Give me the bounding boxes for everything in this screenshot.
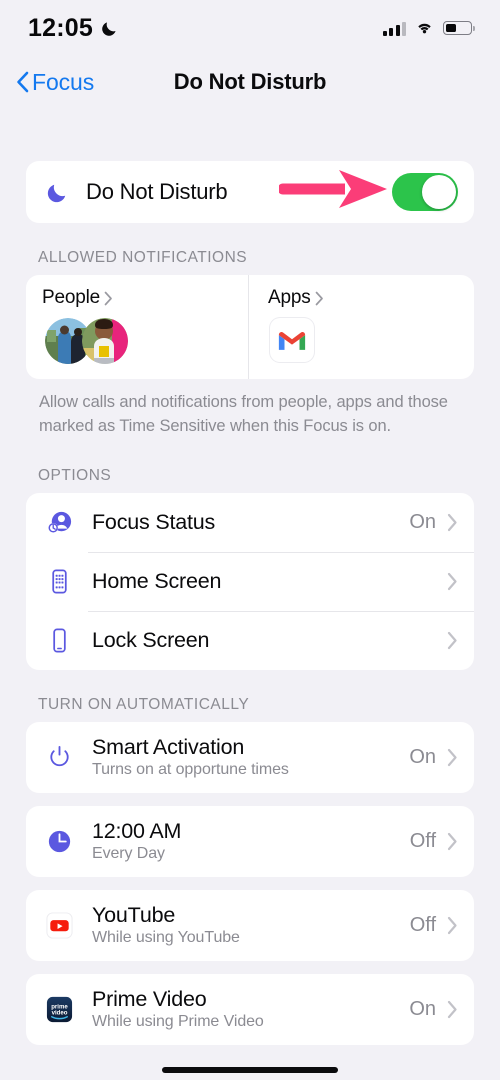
- wifi-icon: [414, 20, 435, 36]
- home-indicator: [162, 1067, 338, 1073]
- options-section: OPTIONS Focus Status On Home Screen Lock…: [0, 467, 500, 670]
- row-value: On: [409, 997, 436, 1020]
- back-button-label: Focus: [32, 68, 95, 95]
- do-not-disturb-label: Do Not Disturb: [86, 179, 228, 204]
- automation-card-youtube: YouTube While using YouTube Off: [26, 889, 474, 961]
- chevron-right-icon: [447, 631, 458, 650]
- apps-header[interactable]: Apps: [268, 287, 474, 309]
- row-value: On: [409, 745, 436, 768]
- row-title: YouTube: [92, 903, 176, 928]
- row-subtitle: Turns on at opportune times: [92, 761, 289, 779]
- turn-on-automatically-header: TURN ON AUTOMATICALLY: [38, 695, 250, 713]
- do-not-disturb-toggle[interactable]: [392, 173, 458, 211]
- battery-icon: [443, 21, 475, 35]
- people-label: People: [42, 287, 100, 308]
- do-not-disturb-section: Do Not Disturb: [0, 161, 500, 223]
- navigation-bar: Focus Do Not Disturb: [0, 56, 500, 108]
- gmail-icon: [270, 318, 314, 362]
- row-title: Focus Status: [92, 509, 216, 534]
- automation-row-text: Prime Video While using Prime Video: [76, 987, 409, 1031]
- people-cell[interactable]: People: [26, 275, 248, 379]
- options-card: Focus Status On Home Screen Lock Screen: [26, 492, 474, 670]
- prime-video-icon: prime video: [42, 995, 76, 1024]
- chevron-right-icon: [447, 513, 458, 532]
- chevron-right-icon: [315, 291, 324, 306]
- automation-row-text: 12:00 AM Every Day: [76, 819, 410, 863]
- row-value: Off: [409, 913, 436, 936]
- home-screen-icon: [42, 567, 76, 596]
- apps-cell[interactable]: Apps: [248, 275, 474, 379]
- row-title: Prime Video: [92, 987, 207, 1012]
- automation-card-schedule: 12:00 AM Every Day Off: [26, 805, 474, 877]
- status-bar-right: [382, 20, 475, 36]
- automation-card-smart-activation: Smart Activation Turns on at opportune t…: [26, 721, 474, 793]
- people-avatars: [42, 318, 248, 364]
- svg-text:video: video: [51, 1009, 67, 1016]
- allowed-notifications-footnote: Allow calls and notifications from peopl…: [39, 393, 448, 435]
- do-not-disturb-row: Do Not Disturb: [26, 161, 474, 223]
- row-subtitle: While using Prime Video: [92, 1013, 264, 1031]
- options-row-text: Focus Status: [76, 510, 409, 535]
- options-row-home-screen[interactable]: Home Screen: [26, 551, 474, 611]
- avatar: [82, 318, 128, 364]
- chevron-right-icon: [447, 1000, 458, 1019]
- automation-row-text: YouTube While using YouTube: [76, 903, 410, 947]
- row-value: On: [409, 510, 436, 533]
- automation-row-text: Smart Activation Turns on at opportune t…: [76, 735, 409, 779]
- options-header: OPTIONS: [38, 466, 112, 484]
- row-title: Home Screen: [92, 568, 222, 593]
- cellular-signal-icon: [382, 21, 406, 36]
- row-value: Off: [409, 829, 436, 852]
- allowed-notifications-header: ALLOWED NOTIFICATIONS: [38, 249, 248, 266]
- turn-on-automatically-cards: Smart Activation Turns on at opportune t…: [26, 721, 474, 1045]
- clock-icon: [42, 827, 76, 856]
- chevron-right-icon: [447, 572, 458, 591]
- status-bar-left: 12:05: [28, 14, 119, 43]
- people-header[interactable]: People: [42, 287, 248, 309]
- focus-status-icon: [42, 508, 76, 537]
- automation-card-prime-video: prime video Prime Video While using Prim…: [26, 973, 474, 1045]
- row-subtitle: While using YouTube: [92, 929, 240, 947]
- options-row-lock-screen[interactable]: Lock Screen: [26, 610, 474, 670]
- turn-on-automatically-section: TURN ON AUTOMATICALLY Smart Activation T…: [0, 696, 500, 1045]
- automation-row-prime-video[interactable]: prime video Prime Video While using Prim…: [26, 974, 474, 1045]
- automation-row-schedule[interactable]: 12:00 AM Every Day Off: [26, 806, 474, 877]
- automation-row-youtube[interactable]: YouTube While using YouTube Off: [26, 890, 474, 961]
- power-icon: [42, 743, 76, 772]
- crescent-moon-icon: [42, 180, 72, 205]
- apps-label: Apps: [268, 287, 311, 308]
- toggle-knob: [422, 175, 456, 209]
- chevron-right-icon: [447, 748, 458, 767]
- row-title: Lock Screen: [92, 627, 210, 652]
- row-title: Smart Activation: [92, 735, 245, 760]
- status-bar-clock: 12:05: [28, 13, 93, 42]
- iphone-settings-screen: 12:05 Focus Do Not Disturb Do Not Distur…: [0, 0, 500, 1080]
- options-row-text: Lock Screen: [76, 628, 436, 653]
- automation-row-smart-activation[interactable]: Smart Activation Turns on at opportune t…: [26, 722, 474, 793]
- allowed-notifications-card: People Apps: [26, 275, 474, 379]
- allowed-notifications-section: ALLOWED NOTIFICATIONS People Apps Allow …: [0, 249, 500, 439]
- chevron-right-icon: [104, 291, 113, 306]
- row-title: 12:00 AM: [92, 819, 182, 844]
- options-row-focus-status[interactable]: Focus Status On: [26, 493, 474, 552]
- chevron-right-icon: [447, 832, 458, 851]
- back-button[interactable]: Focus: [0, 69, 94, 96]
- status-bar: 12:05: [0, 0, 500, 56]
- options-row-text: Home Screen: [76, 569, 436, 594]
- chevron-left-icon: [16, 71, 29, 93]
- chevron-right-icon: [447, 916, 458, 935]
- youtube-icon: [42, 911, 76, 940]
- lock-screen-icon: [42, 626, 76, 655]
- crescent-moon-icon: [100, 19, 119, 38]
- row-subtitle: Every Day: [92, 845, 165, 863]
